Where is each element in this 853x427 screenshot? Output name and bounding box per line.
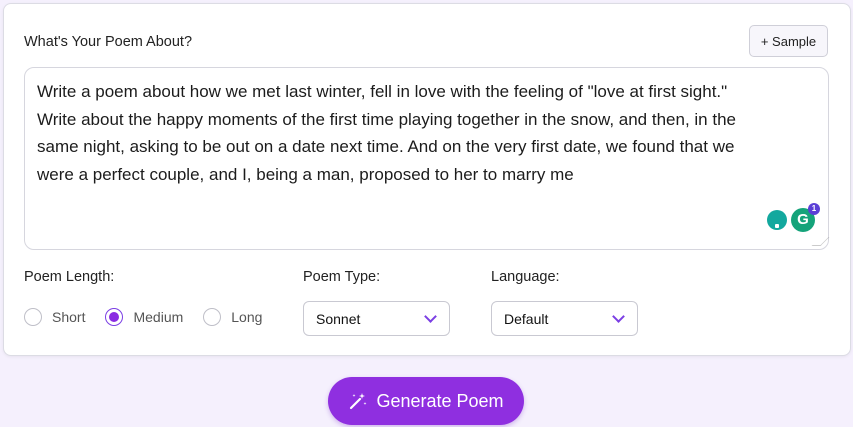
radio-label: Medium [133, 309, 184, 325]
radio-circle[interactable] [24, 308, 42, 326]
resize-handle-icon[interactable] [811, 237, 830, 246]
poem-type-select[interactable]: Sonnet [303, 301, 450, 336]
textarea-line: Write a poem about how we met last winte… [37, 82, 728, 101]
radio-circle[interactable] [203, 308, 222, 326]
lightbulb-icon[interactable] [767, 210, 787, 230]
chevron-down-icon [612, 310, 625, 323]
textarea-line: were a perfect couple, and I, being a ma… [37, 164, 574, 184]
poem-form-card: What's Your Poem About? + Sample Write a… [3, 3, 851, 356]
poem-type-label: Poem Type: [303, 269, 381, 285]
magic-wand-icon [350, 393, 367, 410]
radio-label: Long [231, 309, 263, 325]
generate-poem-button[interactable]: Generate Poem [328, 377, 524, 425]
poem-length-radio-group: Short Medium Long [24, 308, 282, 326]
radio-circle[interactable] [105, 308, 124, 326]
poem-topic-textarea[interactable]: Write a poem about how we met last winte… [24, 67, 830, 250]
textarea-line: Write about the happy moments of the fir… [37, 109, 736, 129]
language-label: Language: [491, 269, 560, 285]
grammarly-widget[interactable]: G 1 [767, 203, 820, 232]
poem-length-label: Poem Length: [24, 269, 115, 285]
grammarly-count-badge: 1 [808, 203, 820, 215]
poem-type-value: Sonnet [316, 310, 361, 327]
radio-short[interactable]: Short [24, 308, 85, 326]
prompt-label: What's Your Poem About? [24, 34, 193, 50]
sample-button[interactable]: + Sample [749, 25, 828, 57]
radio-medium[interactable]: Medium [105, 308, 183, 326]
radio-label: Short [52, 309, 86, 325]
generate-button-label: Generate Poem [376, 390, 504, 411]
chevron-down-icon [424, 310, 437, 323]
language-value: Default [504, 310, 549, 327]
radio-long[interactable]: Long [203, 308, 262, 326]
textarea-line: same night, asking to be out on a date n… [37, 137, 735, 156]
language-select[interactable]: Default [491, 301, 638, 336]
grammarly-icon[interactable]: G 1 [791, 203, 820, 232]
